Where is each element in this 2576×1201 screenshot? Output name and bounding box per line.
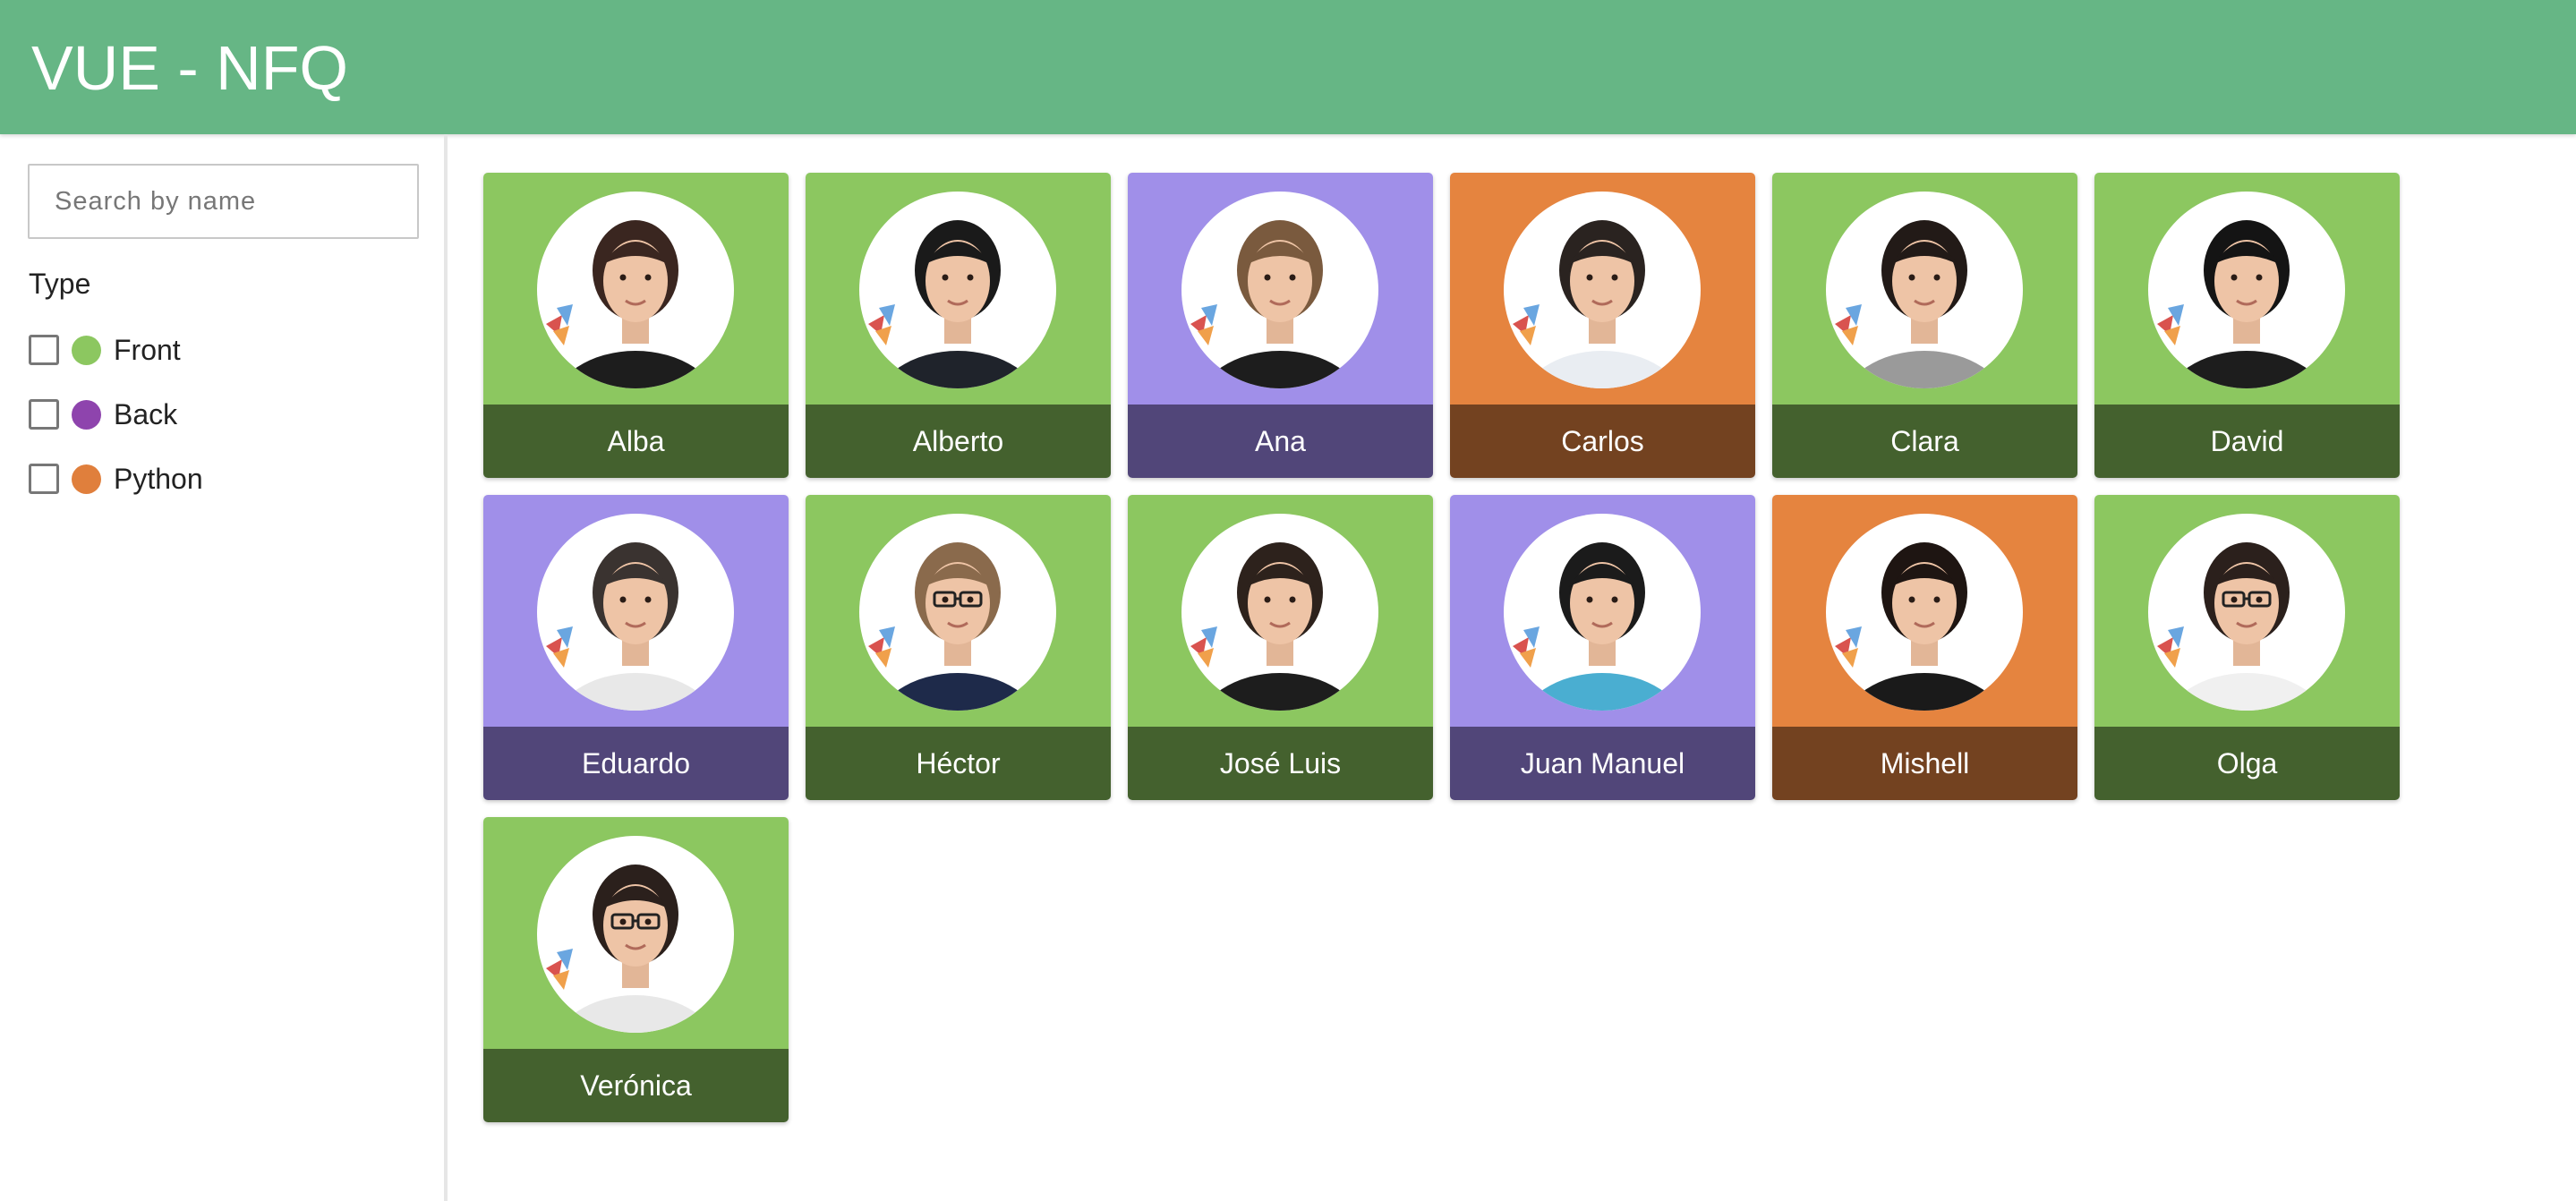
person-name: Carlos: [1450, 405, 1755, 478]
person-card[interactable]: Héctor: [806, 495, 1111, 800]
card-type-background: [1128, 173, 1433, 405]
filter-option-front[interactable]: Front: [29, 330, 181, 370]
card-type-background: [806, 495, 1111, 727]
person-name: David: [2094, 405, 2400, 478]
person-avatar: [1181, 514, 1378, 711]
app-title: VUE - NFQ: [31, 33, 348, 103]
python-checkbox[interactable]: [29, 464, 59, 494]
person-name: Juan Manuel: [1450, 727, 1755, 800]
card-type-background: [1128, 495, 1433, 727]
front-label: Front: [114, 333, 181, 366]
person-card[interactable]: Ana: [1128, 173, 1433, 478]
back-label: Back: [114, 397, 178, 430]
person-avatar: [2148, 192, 2345, 388]
person-card[interactable]: Verónica: [483, 817, 789, 1122]
card-type-background: [483, 173, 789, 405]
card-type-background: [1450, 173, 1755, 405]
person-name: Alberto: [806, 405, 1111, 478]
card-type-background: [483, 495, 789, 727]
person-name: Olga: [2094, 727, 2400, 800]
search-input[interactable]: [28, 164, 419, 239]
person-avatar: [537, 836, 734, 1033]
front-checkbox[interactable]: [29, 335, 59, 365]
python-color-dot: [72, 464, 101, 494]
back-checkbox[interactable]: [29, 399, 59, 430]
person-card[interactable]: Clara: [1772, 173, 2077, 478]
card-type-background: [2094, 495, 2400, 727]
person-name: Verónica: [483, 1049, 789, 1122]
filter-option-python[interactable]: Python: [29, 459, 203, 498]
person-card[interactable]: Olga: [2094, 495, 2400, 800]
person-avatar: [1826, 192, 2023, 388]
person-avatar: [537, 514, 734, 711]
person-name: Ana: [1128, 405, 1433, 478]
card-type-background: [483, 817, 789, 1049]
person-avatar: [537, 192, 734, 388]
person-avatar: [859, 514, 1056, 711]
person-card[interactable]: David: [2094, 173, 2400, 478]
person-avatar: [1826, 514, 2023, 711]
person-avatar: [859, 192, 1056, 388]
person-name: Eduardo: [483, 727, 789, 800]
person-avatar: [1181, 192, 1378, 388]
person-name: Mishell: [1772, 727, 2077, 800]
person-name: Héctor: [806, 727, 1111, 800]
person-name: Alba: [483, 405, 789, 478]
person-card[interactable]: Juan Manuel: [1450, 495, 1755, 800]
person-card[interactable]: Carlos: [1450, 173, 1755, 478]
person-name: José Luis: [1128, 727, 1433, 800]
filter-sidebar: Type Front Back Python: [0, 134, 448, 1201]
person-name: Clara: [1772, 405, 2077, 478]
type-filter-title: Type: [29, 268, 91, 300]
person-avatar: [1504, 192, 1701, 388]
person-card[interactable]: José Luis: [1128, 495, 1433, 800]
card-type-background: [1772, 173, 2077, 405]
person-card[interactable]: Mishell: [1772, 495, 2077, 800]
person-card[interactable]: Alberto: [806, 173, 1111, 478]
person-avatar: [1504, 514, 1701, 711]
back-color-dot: [72, 399, 101, 430]
app-header: VUE - NFQ: [0, 0, 2576, 134]
card-type-background: [2094, 173, 2400, 405]
filter-option-back[interactable]: Back: [29, 395, 177, 434]
python-label: Python: [114, 462, 203, 495]
card-type-background: [1450, 495, 1755, 727]
person-card[interactable]: Eduardo: [483, 495, 789, 800]
card-type-background: [806, 173, 1111, 405]
card-type-background: [1772, 495, 2077, 727]
person-card[interactable]: Alba: [483, 173, 789, 478]
front-color-dot: [72, 335, 101, 365]
person-avatar: [2148, 514, 2345, 711]
